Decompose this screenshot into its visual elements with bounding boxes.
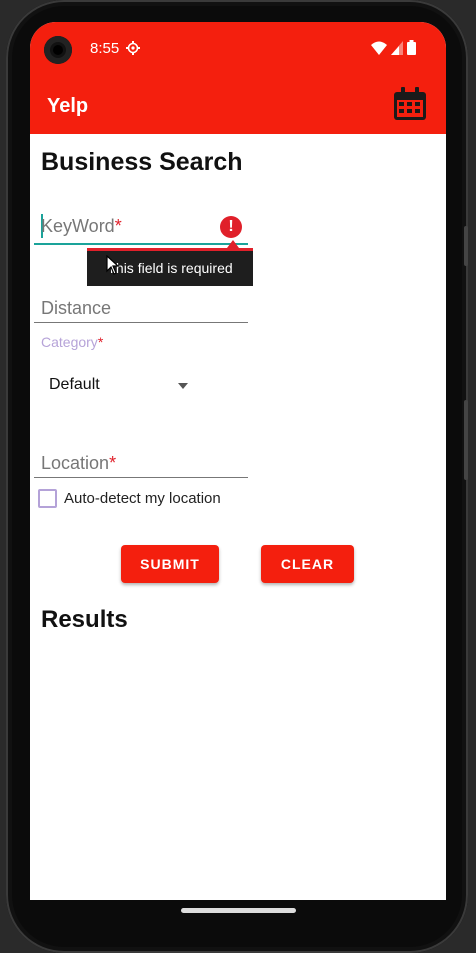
- category-dropdown[interactable]: Default: [48, 372, 194, 400]
- app-title: Yelp: [47, 95, 89, 117]
- results-heading: Results: [41, 606, 128, 633]
- keyword-label: KeyWord*: [41, 216, 122, 236]
- auto-detect-label[interactable]: Auto-detect my location: [64, 490, 221, 507]
- camera-icon: [44, 36, 72, 64]
- submit-button[interactable]: SUBMIT: [121, 545, 219, 583]
- status-bar: 8:55: [30, 22, 446, 78]
- keyword-underline: [34, 243, 248, 245]
- location-underline: [34, 477, 248, 478]
- dropdown-caret-icon: [178, 383, 188, 389]
- category-selected: Default: [49, 376, 100, 393]
- location-field[interactable]: Location*: [34, 439, 248, 479]
- page-title: Business Search: [41, 148, 243, 176]
- mouse-pointer-icon: [106, 255, 120, 275]
- calendar-icon[interactable]: [393, 87, 427, 121]
- distance-field[interactable]: Distance: [34, 284, 248, 324]
- home-indicator[interactable]: [181, 908, 296, 913]
- distance-underline: [34, 322, 248, 323]
- sync-icon: [126, 41, 140, 55]
- battery-icon: [407, 40, 416, 55]
- category-label: Category*: [41, 334, 104, 350]
- business-search-form: Business Search KeyWord* ! This field is…: [30, 134, 446, 900]
- screen: 8:55 Yelp Business Search KeyWord* ! Thi…: [30, 22, 446, 900]
- status-icons: [371, 40, 416, 55]
- distance-label: Distance: [41, 298, 112, 318]
- status-time: 8:55: [90, 40, 120, 57]
- error-icon: !: [220, 216, 242, 238]
- clear-button[interactable]: CLEAR: [261, 545, 354, 583]
- wifi-icon: [371, 41, 387, 55]
- navigation-bar: [30, 900, 446, 920]
- keyword-field[interactable]: KeyWord* !: [34, 204, 248, 246]
- signal-icon: [391, 40, 403, 55]
- app-bar: Yelp: [30, 78, 446, 134]
- tooltip-arrow: [227, 240, 239, 248]
- power-button: [464, 226, 468, 266]
- auto-detect-checkbox[interactable]: [38, 489, 57, 508]
- location-label: Location*: [41, 453, 117, 473]
- volume-button: [464, 400, 468, 480]
